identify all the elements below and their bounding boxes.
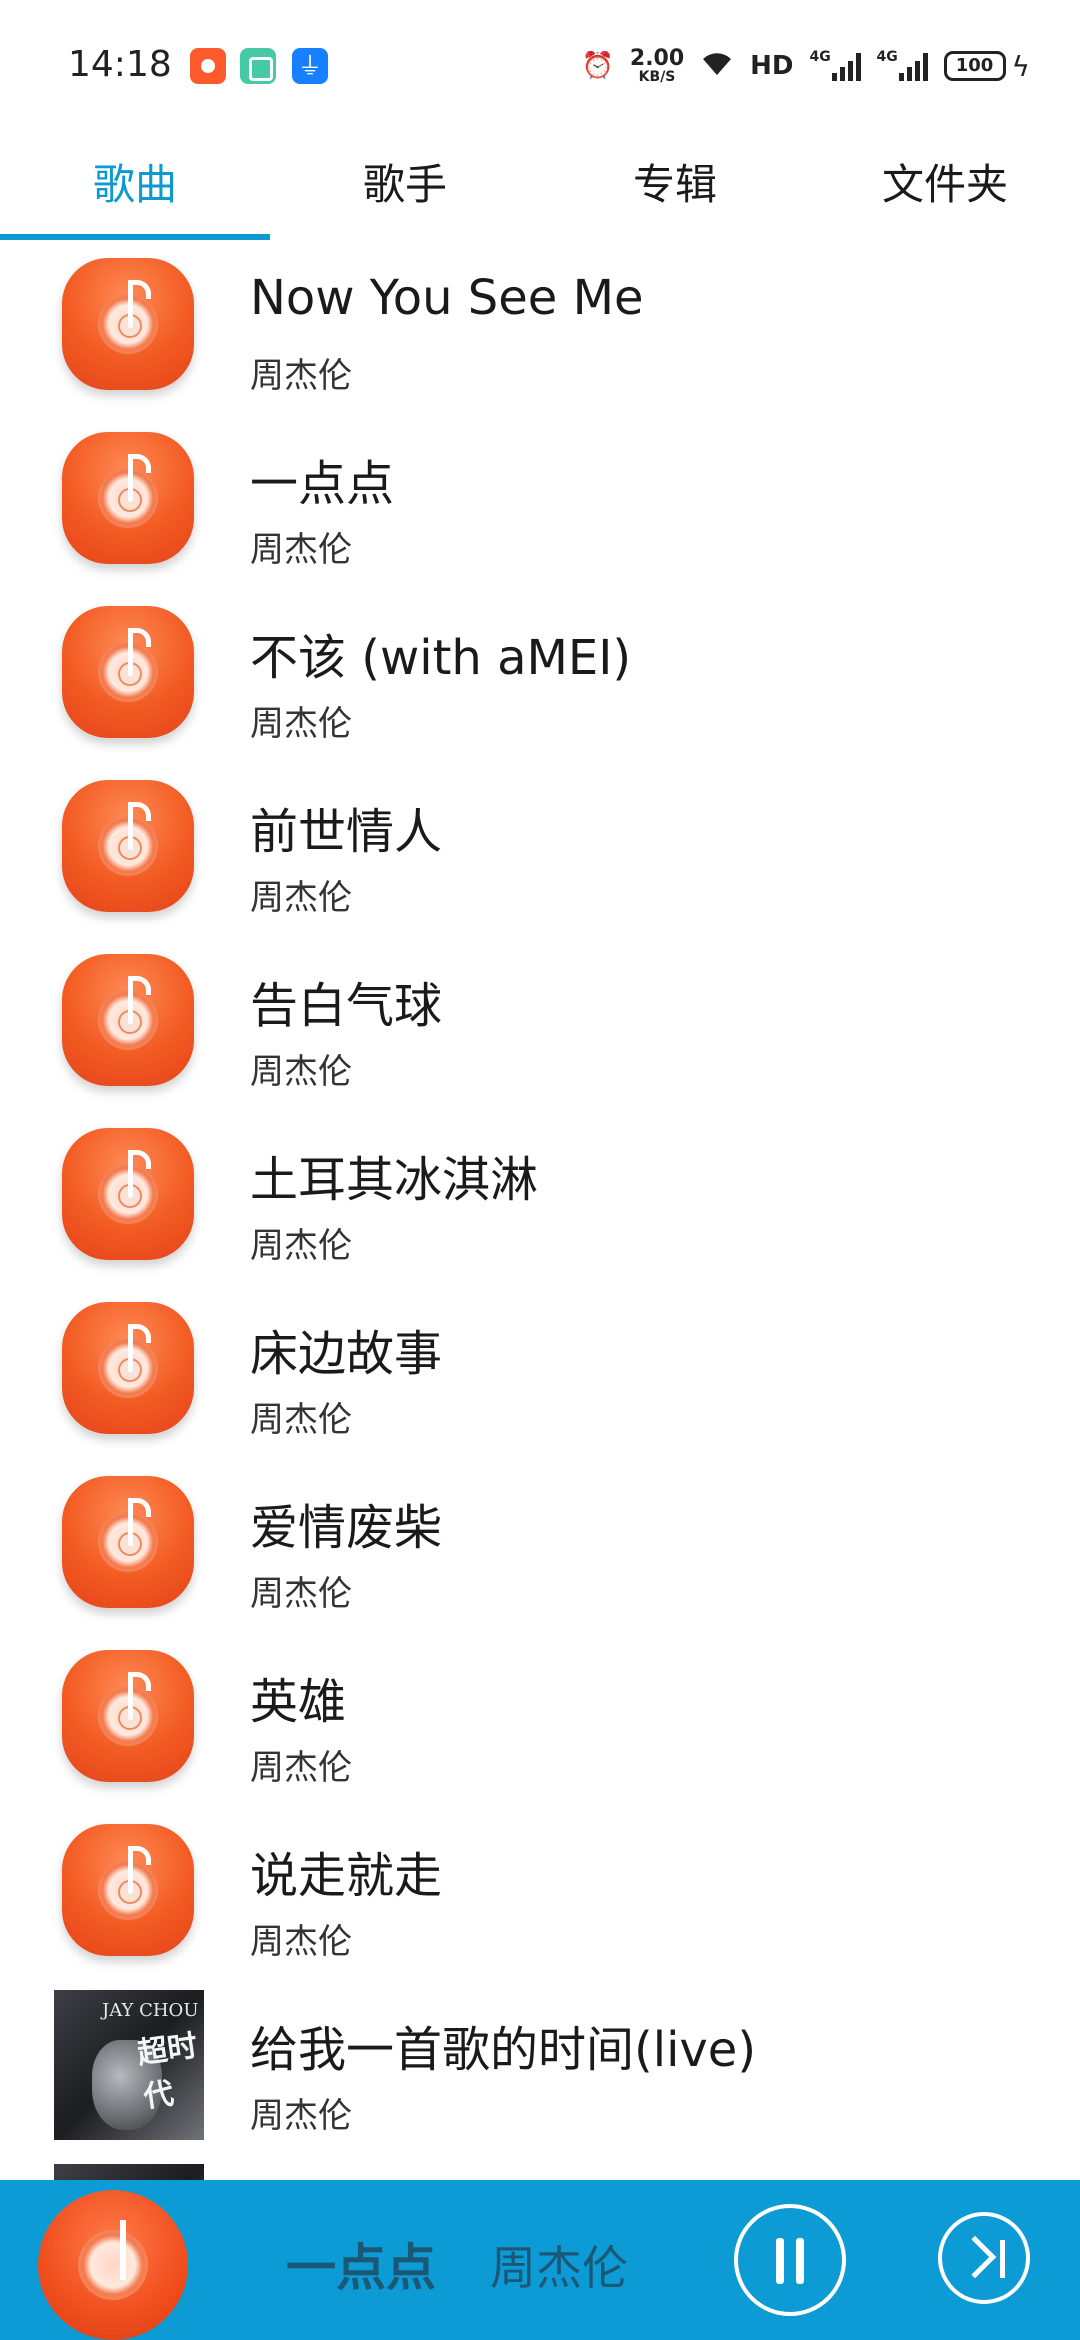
notification-app-icon (240, 48, 276, 84)
song-row[interactable]: 英雄 周杰伦 (0, 1632, 1080, 1806)
song-row[interactable]: JAY CHOU 超时代 给我一首歌的时间(live) 周杰伦 (0, 1980, 1080, 2154)
notification-app-icon (190, 48, 226, 84)
music-note-icon (62, 1128, 194, 1260)
tab-songs[interactable]: 歌曲 (0, 140, 270, 230)
song-row[interactable]: 说走就走 周杰伦 (0, 1806, 1080, 1980)
music-note-icon (62, 1302, 194, 1434)
hd-label: HD (750, 51, 794, 81)
signal-icon: 4G (810, 49, 861, 81)
song-row[interactable]: 不该 (with aMEI) 周杰伦 (0, 588, 1080, 762)
status-bar: 14:18 ⏚ ⏰ 2.00 KB/S HD 4G 4G 100 ϟ (0, 0, 1080, 120)
network-speed: 2.00 KB/S (629, 46, 685, 85)
now-playing-art-icon[interactable] (38, 2190, 188, 2340)
signal-icon: 4G (877, 49, 928, 81)
tab-folders[interactable]: 文件夹 (810, 140, 1080, 230)
pause-button[interactable] (734, 2204, 846, 2316)
status-time: 14:18 (68, 44, 172, 85)
song-row[interactable]: 土耳其冰淇淋 周杰伦 (0, 1110, 1080, 1284)
song-title: 告白气球 (250, 978, 443, 1034)
song-title: 给我一首歌的时间(live) (250, 2022, 757, 2078)
music-note-icon (62, 1824, 194, 1956)
alarm-icon: ⏰ (581, 51, 614, 81)
song-artist: 周杰伦 (250, 530, 352, 570)
music-note-icon (62, 258, 194, 390)
song-artist: 周杰伦 (250, 1574, 352, 1614)
music-note-icon (62, 954, 194, 1086)
battery-icon: 100 (943, 51, 1006, 81)
song-row[interactable]: 爱情废柴 周杰伦 (0, 1458, 1080, 1632)
song-artist: 周杰伦 (250, 1922, 352, 1962)
song-title: 不该 (with aMEI) (250, 630, 632, 686)
next-track-button[interactable] (938, 2212, 1030, 2304)
usb-icon: ⏚ (292, 48, 328, 84)
song-title: 一点点 (250, 456, 395, 512)
song-row[interactable] (0, 2154, 1080, 2180)
song-title: 床边故事 (250, 1326, 443, 1382)
album-cover-image: JAY CHOU 超时代 (54, 1990, 204, 2140)
tab-albums[interactable]: 专辑 (540, 140, 810, 230)
song-artist: 周杰伦 (250, 878, 352, 918)
wifi-icon (700, 49, 734, 84)
category-tabs: 歌曲 歌手 专辑 文件夹 (0, 120, 1080, 240)
music-note-icon (62, 606, 194, 738)
song-artist: 周杰伦 (250, 1052, 352, 1092)
music-note-icon (62, 1476, 194, 1608)
song-artist: 周杰伦 (250, 1226, 352, 1266)
song-row[interactable]: 前世情人 周杰伦 (0, 762, 1080, 936)
status-indicators: ⏰ 2.00 KB/S HD 4G 4G 100 ϟ (582, 42, 1030, 90)
song-artist: 周杰伦 (250, 704, 352, 744)
song-title: 前世情人 (250, 804, 443, 860)
song-artist: 周杰伦 (250, 356, 352, 396)
now-playing-bar[interactable]: 一点点 周杰伦 (0, 2180, 1080, 2340)
song-title: 说走就走 (250, 1848, 443, 1904)
tab-artists[interactable]: 歌手 (270, 140, 540, 230)
song-row[interactable]: 床边故事 周杰伦 (0, 1284, 1080, 1458)
song-list[interactable]: Now You See Me 周杰伦 一点点 周杰伦 不该 (with aMEI… (0, 240, 1080, 2180)
music-note-icon (62, 780, 194, 912)
now-playing-artist: 周杰伦 (490, 2241, 628, 2295)
song-artist: 周杰伦 (250, 2096, 352, 2136)
song-row[interactable]: Now You See Me 周杰伦 (0, 240, 1080, 414)
music-note-icon (62, 1650, 194, 1782)
song-artist: 周杰伦 (250, 1400, 352, 1440)
charging-icon: ϟ (1011, 49, 1030, 83)
song-row[interactable]: 告白气球 周杰伦 (0, 936, 1080, 1110)
song-artist: 周杰伦 (250, 1748, 352, 1788)
song-row[interactable]: 一点点 周杰伦 (0, 414, 1080, 588)
now-playing-title: 一点点 (286, 2239, 436, 2297)
song-title: Now You See Me (250, 270, 644, 326)
music-note-icon (62, 432, 194, 564)
song-title: 英雄 (250, 1674, 347, 1730)
song-title: 爱情废柴 (250, 1500, 443, 1556)
song-title: 土耳其冰淇淋 (250, 1152, 539, 1208)
album-cover-image (54, 2164, 204, 2180)
